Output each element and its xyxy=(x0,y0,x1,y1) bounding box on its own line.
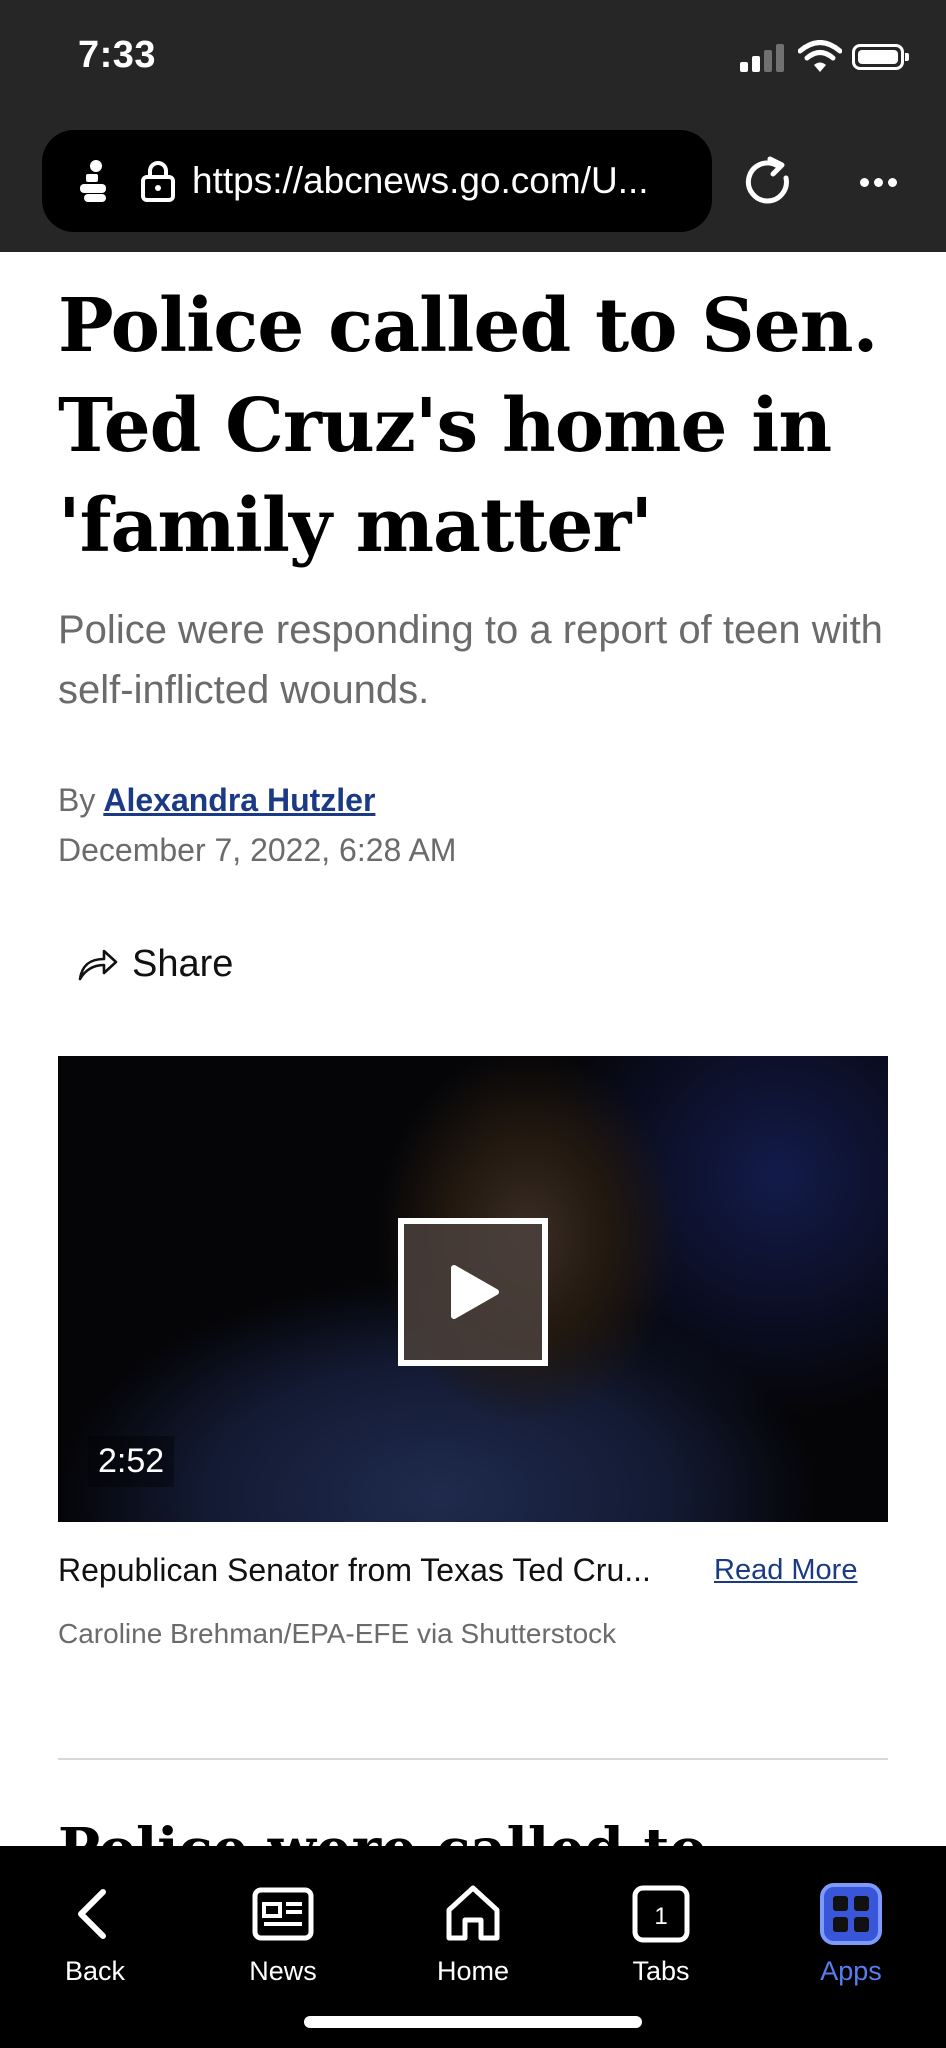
home-icon xyxy=(446,1885,500,1941)
read-more-link[interactable]: Read More xyxy=(714,1554,857,1587)
share-arrow-icon xyxy=(78,949,118,981)
video-duration: 2:52 xyxy=(88,1436,175,1487)
tab-home-label: Home xyxy=(436,1956,510,1986)
next-headline-peek: Police were called to Texas GOP Sen. xyxy=(58,1814,898,1846)
apps-grid-icon xyxy=(820,1883,882,1945)
tabs-count: 1 xyxy=(654,1903,667,1930)
url-text[interactable]: https://abcnews.go.com/U... xyxy=(192,160,712,202)
cellular-signal-icon xyxy=(740,44,786,72)
byline-prefix: By xyxy=(58,782,96,818)
play-button[interactable] xyxy=(398,1218,548,1366)
home-indicator xyxy=(304,2016,642,2028)
tab-home[interactable]: Home xyxy=(408,1882,538,1992)
lock-icon xyxy=(141,161,175,202)
tab-apps-label: Apps xyxy=(820,1956,882,1986)
author-link[interactable]: Alexandra Hutzler xyxy=(103,782,375,818)
site-settings-icon[interactable] xyxy=(74,158,118,204)
tab-back[interactable]: Back xyxy=(30,1882,160,1992)
section-divider xyxy=(58,1758,888,1760)
play-icon xyxy=(451,1265,499,1319)
article-subhead: Police were responding to a report of te… xyxy=(58,608,883,712)
share-button[interactable]: Share xyxy=(76,938,233,990)
video-caption: Republican Senator from Texas Ted Cru... xyxy=(58,1552,651,1588)
photo-credit: Caroline Brehman/EPA-EFE via Shutterstoc… xyxy=(58,1618,617,1649)
status-time: 7:33 xyxy=(78,34,157,76)
next-section-peek: Police were called to Texas GOP Sen. xyxy=(58,1812,898,1846)
tab-back-label: Back xyxy=(64,1956,126,1986)
newspaper-icon xyxy=(252,1887,314,1941)
tab-tabs[interactable]: 1 Tabs xyxy=(596,1882,726,1992)
video-player[interactable]: 2:52 xyxy=(58,1056,888,1522)
article-headline: Police called to Sen. Ted Cruz's home in… xyxy=(58,283,878,569)
address-bar[interactable]: https://abcnews.go.com/U... xyxy=(42,130,712,232)
tab-tabs-label: Tabs xyxy=(632,1956,690,1986)
article-date: December 7, 2022, 6:28 AM xyxy=(58,832,457,868)
byline: By Alexandra Hutzler xyxy=(58,782,375,819)
tabs-icon: 1 xyxy=(632,1885,690,1943)
tab-apps[interactable]: Apps xyxy=(786,1882,916,1992)
browser-chrome: 7:33 https://abcnews.go.com/U... xyxy=(0,0,946,252)
tab-news-label: News xyxy=(249,1956,317,1986)
reload-icon[interactable] xyxy=(742,156,796,210)
wifi-icon xyxy=(798,40,842,72)
share-label: Share xyxy=(132,942,234,985)
tab-news[interactable]: News xyxy=(218,1882,348,1992)
more-options-icon[interactable] xyxy=(852,166,906,200)
chevron-left-icon xyxy=(78,1889,106,1939)
battery-icon xyxy=(852,44,909,70)
